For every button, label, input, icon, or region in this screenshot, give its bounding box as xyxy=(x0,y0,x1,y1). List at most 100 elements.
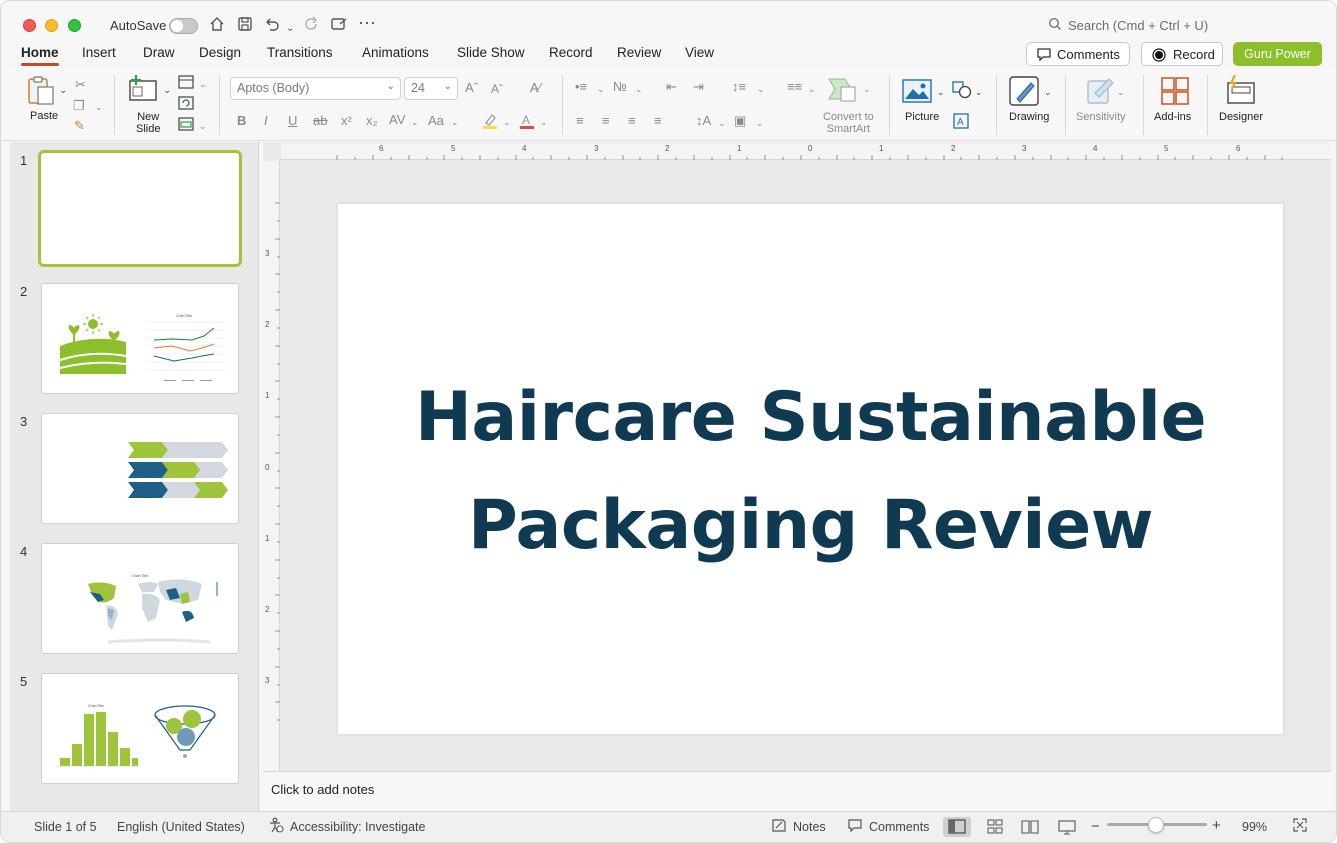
numbering-dropdown-icon[interactable]: ⌄ xyxy=(635,81,643,97)
superscript-icon[interactable]: x² xyxy=(341,113,352,129)
add-ins-icon[interactable] xyxy=(1160,76,1190,109)
drawing-icon[interactable] xyxy=(1009,75,1041,110)
zoom-level[interactable]: 99% xyxy=(1242,820,1267,834)
slide-sorter-view-button[interactable] xyxy=(981,817,1009,837)
align-text-icon[interactable]: ▣ xyxy=(734,113,746,129)
reading-view-button[interactable] xyxy=(1016,817,1044,837)
guru-power-button[interactable]: Guru Power xyxy=(1233,42,1322,66)
accessibility-status[interactable]: Accessibility: Investigate xyxy=(290,820,425,834)
highlight-color-icon[interactable] xyxy=(481,112,499,133)
save-icon[interactable] xyxy=(236,15,254,39)
comments-toggle[interactable]: Comments xyxy=(869,820,929,834)
align-left-icon[interactable]: ≡ xyxy=(576,113,584,129)
tab-insert[interactable]: Insert xyxy=(82,45,116,60)
clear-formatting-icon[interactable]: A∕ xyxy=(530,80,541,96)
font-color-dropdown-icon[interactable]: ⌄ xyxy=(540,114,548,130)
language-indicator[interactable]: English (United States) xyxy=(117,820,245,834)
close-window-button[interactable] xyxy=(23,19,36,32)
paste-dropdown-icon[interactable]: ⌄ xyxy=(59,85,67,96)
layout-dropdown-icon[interactable]: ⌄ xyxy=(199,76,207,92)
drawing-dropdown-icon[interactable]: ⌄ xyxy=(1044,84,1052,100)
bold-icon[interactable]: B xyxy=(237,113,246,129)
slide-thumbnail-1[interactable] xyxy=(38,150,242,267)
smartart-icon[interactable] xyxy=(827,77,859,106)
record-button[interactable]: Record xyxy=(1141,42,1223,66)
tab-design[interactable]: Design xyxy=(199,45,241,60)
home-icon[interactable] xyxy=(208,15,226,39)
reset-icon[interactable] xyxy=(178,96,194,114)
strikethrough-icon[interactable]: ab xyxy=(313,113,327,129)
slide-thumbnail-4[interactable]: Chart Title xyxy=(41,543,239,654)
accessibility-icon[interactable] xyxy=(268,817,284,836)
smartart-dropdown-icon[interactable]: ⌄ xyxy=(863,81,871,97)
slide-show-view-button[interactable] xyxy=(1053,817,1081,837)
bullets-icon[interactable]: •≡ xyxy=(575,79,587,95)
tab-review[interactable]: Review xyxy=(617,45,661,60)
tab-record[interactable]: Record xyxy=(549,45,593,60)
sensitivity-icon[interactable] xyxy=(1085,75,1115,108)
change-case-icon[interactable]: Aa xyxy=(428,113,444,129)
underline-icon[interactable]: U xyxy=(288,113,297,129)
align-text-dropdown-icon[interactable]: ⌄ xyxy=(756,115,764,131)
new-slide-dropdown-icon[interactable]: ⌄ xyxy=(163,85,171,96)
undo-icon[interactable] xyxy=(263,15,281,39)
line-spacing-dropdown-icon[interactable]: ⌄ xyxy=(757,81,765,97)
autosave-toggle[interactable] xyxy=(169,18,198,34)
columns-dropdown-icon[interactable]: ⌄ xyxy=(808,81,816,97)
designer-icon[interactable] xyxy=(1225,74,1257,108)
tab-draw[interactable]: Draw xyxy=(143,45,175,60)
new-slide-icon[interactable] xyxy=(128,75,160,106)
text-direction-dropdown-icon[interactable]: ⌄ xyxy=(718,115,726,131)
change-case-dropdown-icon[interactable]: ⌄ xyxy=(451,114,459,130)
copy-icon[interactable]: ❐ xyxy=(73,98,85,114)
section-icon[interactable] xyxy=(178,117,194,135)
font-name-select[interactable]: Aptos (Body) ⌄ xyxy=(230,77,401,100)
copy-dropdown-icon[interactable]: ⌄ xyxy=(95,99,103,115)
line-spacing-icon[interactable]: ↕≡ xyxy=(732,79,746,95)
sensitivity-dropdown-icon[interactable]: ⌄ xyxy=(1117,84,1125,100)
text-box-icon[interactable]: A xyxy=(953,113,969,132)
highlight-dropdown-icon[interactable]: ⌄ xyxy=(503,114,511,130)
fit-to-window-icon[interactable] xyxy=(1292,817,1308,836)
slide-canvas[interactable]: Haircare Sustainable Packaging Review xyxy=(337,203,1284,735)
bullets-dropdown-icon[interactable]: ⌄ xyxy=(597,81,605,97)
font-color-icon[interactable]: A xyxy=(518,112,536,133)
justify-icon[interactable]: ≡ xyxy=(654,113,662,129)
search-icon[interactable] xyxy=(1048,17,1062,37)
section-dropdown-icon[interactable]: ⌄ xyxy=(199,118,207,134)
comments-button[interactable]: Comments xyxy=(1026,42,1130,66)
slide-title[interactable]: Haircare Sustainable Packaging Review xyxy=(378,364,1243,580)
zoom-slider-handle[interactable] xyxy=(1148,817,1164,833)
undo-dropdown-icon[interactable]: ⌄ xyxy=(286,19,294,39)
format-painter-icon[interactable]: ✎ xyxy=(74,118,85,134)
notes-toggle[interactable]: Notes xyxy=(793,820,826,834)
slide-thumbnail-2[interactable]: Chart Title xyxy=(41,283,239,394)
increase-font-size-icon[interactable]: Aˆ xyxy=(465,80,478,96)
character-spacing-icon[interactable]: AV xyxy=(389,112,405,128)
align-right-icon[interactable]: ≡ xyxy=(628,113,636,129)
slide-thumbnail-5[interactable]: Chart Title xyxy=(41,673,239,784)
normal-view-button[interactable] xyxy=(943,817,971,837)
notes-icon[interactable] xyxy=(771,817,787,836)
shapes-dropdown-icon[interactable]: ⌄ xyxy=(975,84,983,100)
character-spacing-dropdown-icon[interactable]: ⌄ xyxy=(411,114,419,130)
subscript-icon[interactable]: x₂ xyxy=(366,113,378,129)
increase-indent-icon[interactable]: ⇥ xyxy=(693,79,704,95)
tab-animations[interactable]: Animations xyxy=(362,45,429,60)
numbering-icon[interactable]: № xyxy=(613,79,627,95)
slide-show-from-start-icon[interactable] xyxy=(330,15,348,39)
font-size-select[interactable]: 24 ⌄ xyxy=(404,77,458,100)
picture-dropdown-icon[interactable]: ⌄ xyxy=(937,84,945,100)
tab-view[interactable]: View xyxy=(685,45,714,60)
notes-pane[interactable]: Click to add notes xyxy=(263,771,1331,811)
cut-icon[interactable]: ✂ xyxy=(75,77,86,93)
picture-icon[interactable] xyxy=(902,79,932,106)
layout-icon[interactable] xyxy=(178,75,194,93)
tab-home[interactable]: Home xyxy=(21,45,59,66)
search-input[interactable]: Search (Cmd + Ctrl + U) xyxy=(1068,18,1208,33)
decrease-font-size-icon[interactable]: Aˇ xyxy=(491,81,503,97)
text-direction-icon[interactable]: ↕A xyxy=(696,113,711,129)
italic-icon[interactable]: I xyxy=(264,113,268,129)
shapes-icon[interactable] xyxy=(952,81,972,102)
comments-icon[interactable] xyxy=(847,817,863,836)
